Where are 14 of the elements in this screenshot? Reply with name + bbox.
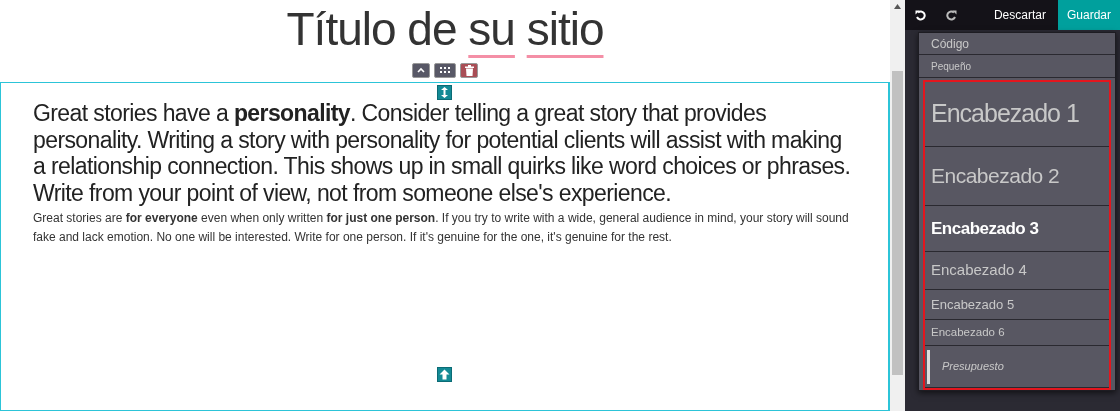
lead-paragraph: Great stories have a personality. Consider telling a great story that provides personality. Writing a story with personality for potential clients will assist with making a relationship connection. This shows up in small quirks like word choices or phrases. Write from your point of view, not from someone else's experience. bbox=[33, 100, 852, 206]
scroll-up-icon[interactable] bbox=[894, 4, 901, 9]
save-button[interactable]: Guardar bbox=[1057, 0, 1120, 30]
move-up-icon[interactable] bbox=[437, 367, 452, 382]
chevron-up-icon[interactable] bbox=[412, 62, 430, 78]
scrollbar[interactable] bbox=[890, 0, 905, 411]
style-menu-item[interactable]: Pequeño bbox=[919, 55, 1115, 78]
style-menu-item[interactable]: Código bbox=[919, 33, 1115, 55]
site-title: Título de su sitio bbox=[285, 2, 605, 57]
trash-icon[interactable] bbox=[460, 62, 478, 78]
resize-handle-icon[interactable] bbox=[437, 85, 452, 100]
grid-icon[interactable] bbox=[434, 62, 456, 78]
body-paragraph: Great stories are for everyone even when only written for just one person. If you try to write with a wide, general audience in mind, your story will sound fake and lack emotion. No one will be interested. Write for one person. If it's genuine for the one, it's genuine for the rest. bbox=[33, 210, 850, 246]
discard-button[interactable]: Descartar bbox=[981, 0, 1058, 30]
